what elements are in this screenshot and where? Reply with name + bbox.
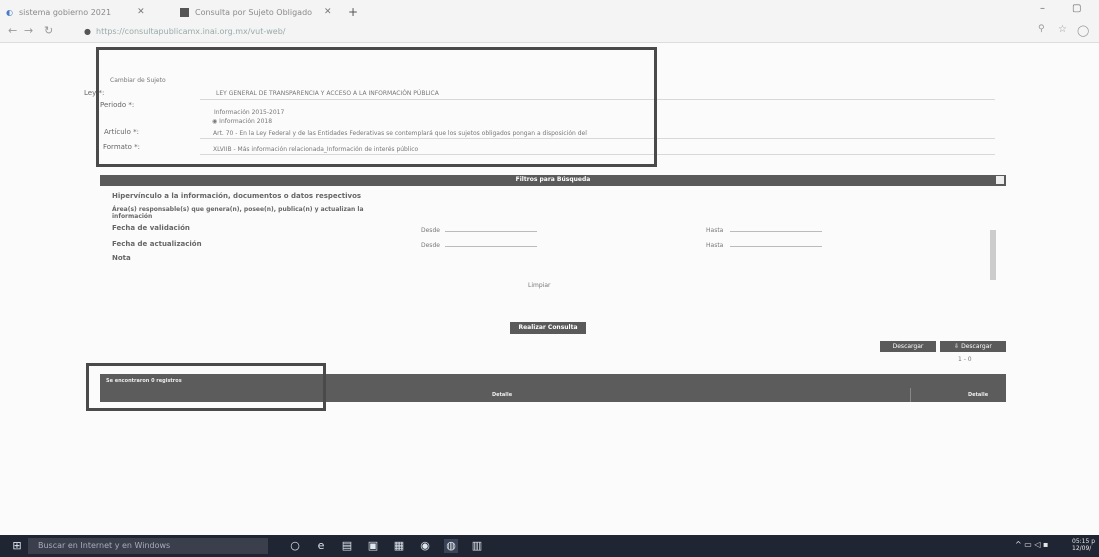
highlight-box-form bbox=[96, 47, 657, 167]
back-icon[interactable]: ← bbox=[8, 24, 17, 37]
validation-from-input[interactable] bbox=[445, 224, 537, 232]
collapse-icon[interactable] bbox=[996, 176, 1004, 184]
column-header-detail-2: Detalle bbox=[968, 392, 989, 398]
submit-query-button[interactable]: Realizar Consulta bbox=[510, 322, 586, 334]
filter-title: Filtros para Búsqueda bbox=[515, 176, 591, 183]
tab-bar bbox=[0, 0, 1099, 22]
validation-to-input[interactable] bbox=[730, 224, 822, 232]
chrome-icon[interactable]: ◉ bbox=[418, 539, 432, 553]
update-from-label: Desde bbox=[421, 242, 440, 249]
update-from-input[interactable] bbox=[445, 239, 537, 247]
forward-icon[interactable]: → bbox=[24, 24, 33, 37]
reload-icon[interactable]: ↻ bbox=[44, 24, 53, 37]
close-icon[interactable]: ✕ bbox=[137, 7, 145, 17]
filter-update-label: Fecha de actualización bbox=[112, 240, 202, 248]
star-icon[interactable]: ☆ bbox=[1058, 24, 1067, 35]
download-button-1[interactable]: Descargar bbox=[880, 341, 936, 352]
update-to-label: Hasta bbox=[706, 242, 724, 249]
tab-2[interactable]: Consulta por Sujeto Obligado ✕ bbox=[180, 4, 332, 20]
active-app-icon[interactable]: ◍ bbox=[444, 539, 458, 553]
system-tray-icons[interactable]: ^ ▭ ◁ ▪ bbox=[1015, 540, 1048, 549]
validation-to-label: Hasta bbox=[706, 227, 724, 234]
app-icon[interactable]: ▦ bbox=[392, 539, 406, 553]
page-favicon-icon bbox=[180, 7, 189, 17]
column-divider bbox=[910, 388, 911, 402]
highlight-box-results bbox=[86, 363, 326, 411]
update-to-input[interactable] bbox=[730, 239, 822, 247]
profile-icon[interactable]: ◯ bbox=[1077, 24, 1089, 37]
filter-scrollbar[interactable] bbox=[990, 190, 996, 285]
url-input[interactable]: https://consultapublicamx.inai.org.mx/vu… bbox=[96, 27, 286, 36]
cortana-icon[interactable]: ○ bbox=[288, 539, 302, 553]
download-button-2[interactable]: ⇩ Descargar bbox=[940, 341, 1006, 352]
validation-from-label: Desde bbox=[421, 227, 440, 234]
filter-validation-label: Fecha de validación bbox=[112, 224, 190, 232]
browser-logo-icon: ◐ bbox=[6, 7, 13, 17]
pager-text: 1 - 0 bbox=[958, 356, 972, 363]
filter-header: Filtros para Búsqueda bbox=[100, 175, 1006, 186]
filter-area-label: Área(s) responsable(s) que genera(n), po… bbox=[112, 206, 364, 220]
tab-1-title: sistema gobierno 2021 bbox=[18, 7, 112, 17]
close-icon[interactable]: ✕ bbox=[324, 7, 332, 17]
column-header-detail-1: Detalle bbox=[492, 392, 513, 398]
clear-button[interactable]: Limpiar bbox=[528, 282, 550, 289]
clock[interactable]: 05:15 p 12/09/ bbox=[1072, 538, 1095, 552]
clock-time: 05:15 p bbox=[1072, 538, 1096, 545]
edge-icon[interactable]: e bbox=[314, 539, 328, 553]
download-icon: ⇩ bbox=[954, 343, 960, 350]
lock-icon: ● bbox=[84, 27, 91, 36]
maximize-button[interactable]: ▢ bbox=[1072, 3, 1081, 14]
filter-hyperlink-label: Hipervínculo a la información, documento… bbox=[112, 192, 362, 200]
windows-start-icon[interactable]: ⊞ bbox=[10, 539, 24, 553]
minimize-button[interactable]: – bbox=[1040, 3, 1045, 14]
taskbar-search[interactable]: Buscar en Internet y en Windows bbox=[28, 538, 268, 554]
store-icon[interactable]: ▣ bbox=[366, 539, 380, 553]
new-tab-button[interactable]: + bbox=[348, 4, 358, 20]
tab-2-title: Consulta por Sujeto Obligado bbox=[195, 7, 313, 17]
zoom-icon[interactable]: ⚲ bbox=[1038, 24, 1045, 34]
filter-note-label: Nota bbox=[112, 254, 131, 262]
calculator-icon[interactable]: ▥ bbox=[470, 539, 484, 553]
tab-1[interactable]: ◐ sistema gobierno 2021 ✕ bbox=[6, 4, 145, 20]
clock-date: 12/09/ bbox=[1072, 545, 1092, 552]
file-explorer-icon[interactable]: ▤ bbox=[340, 539, 354, 553]
